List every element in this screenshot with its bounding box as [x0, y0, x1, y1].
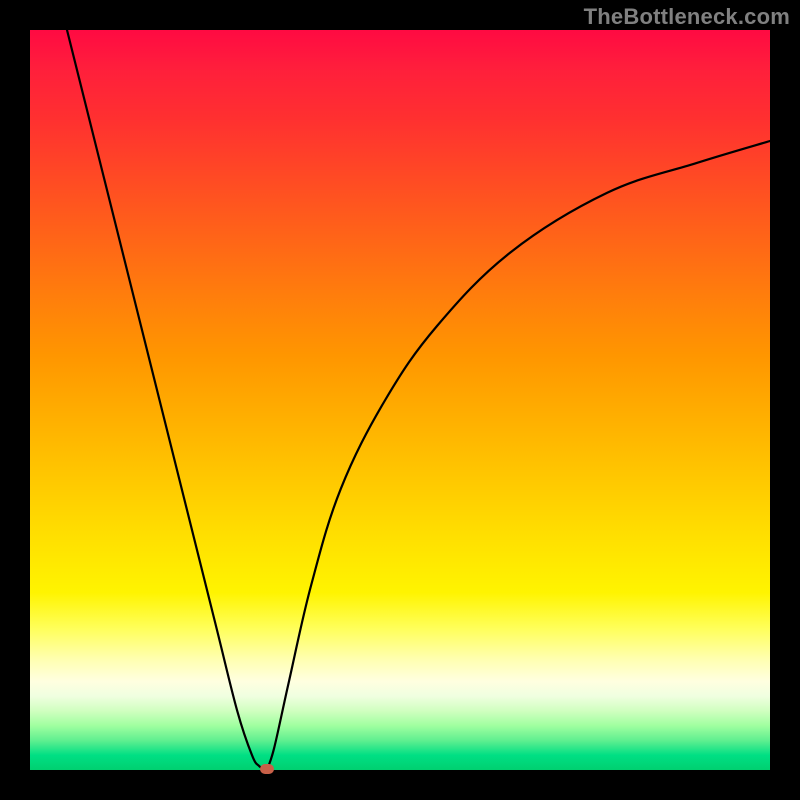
- chart-container: TheBottleneck.com: [0, 0, 800, 800]
- watermark-text: TheBottleneck.com: [584, 4, 790, 30]
- minimum-marker: [260, 764, 274, 774]
- plot-area: [30, 30, 770, 770]
- bottleneck-curve: [30, 30, 770, 770]
